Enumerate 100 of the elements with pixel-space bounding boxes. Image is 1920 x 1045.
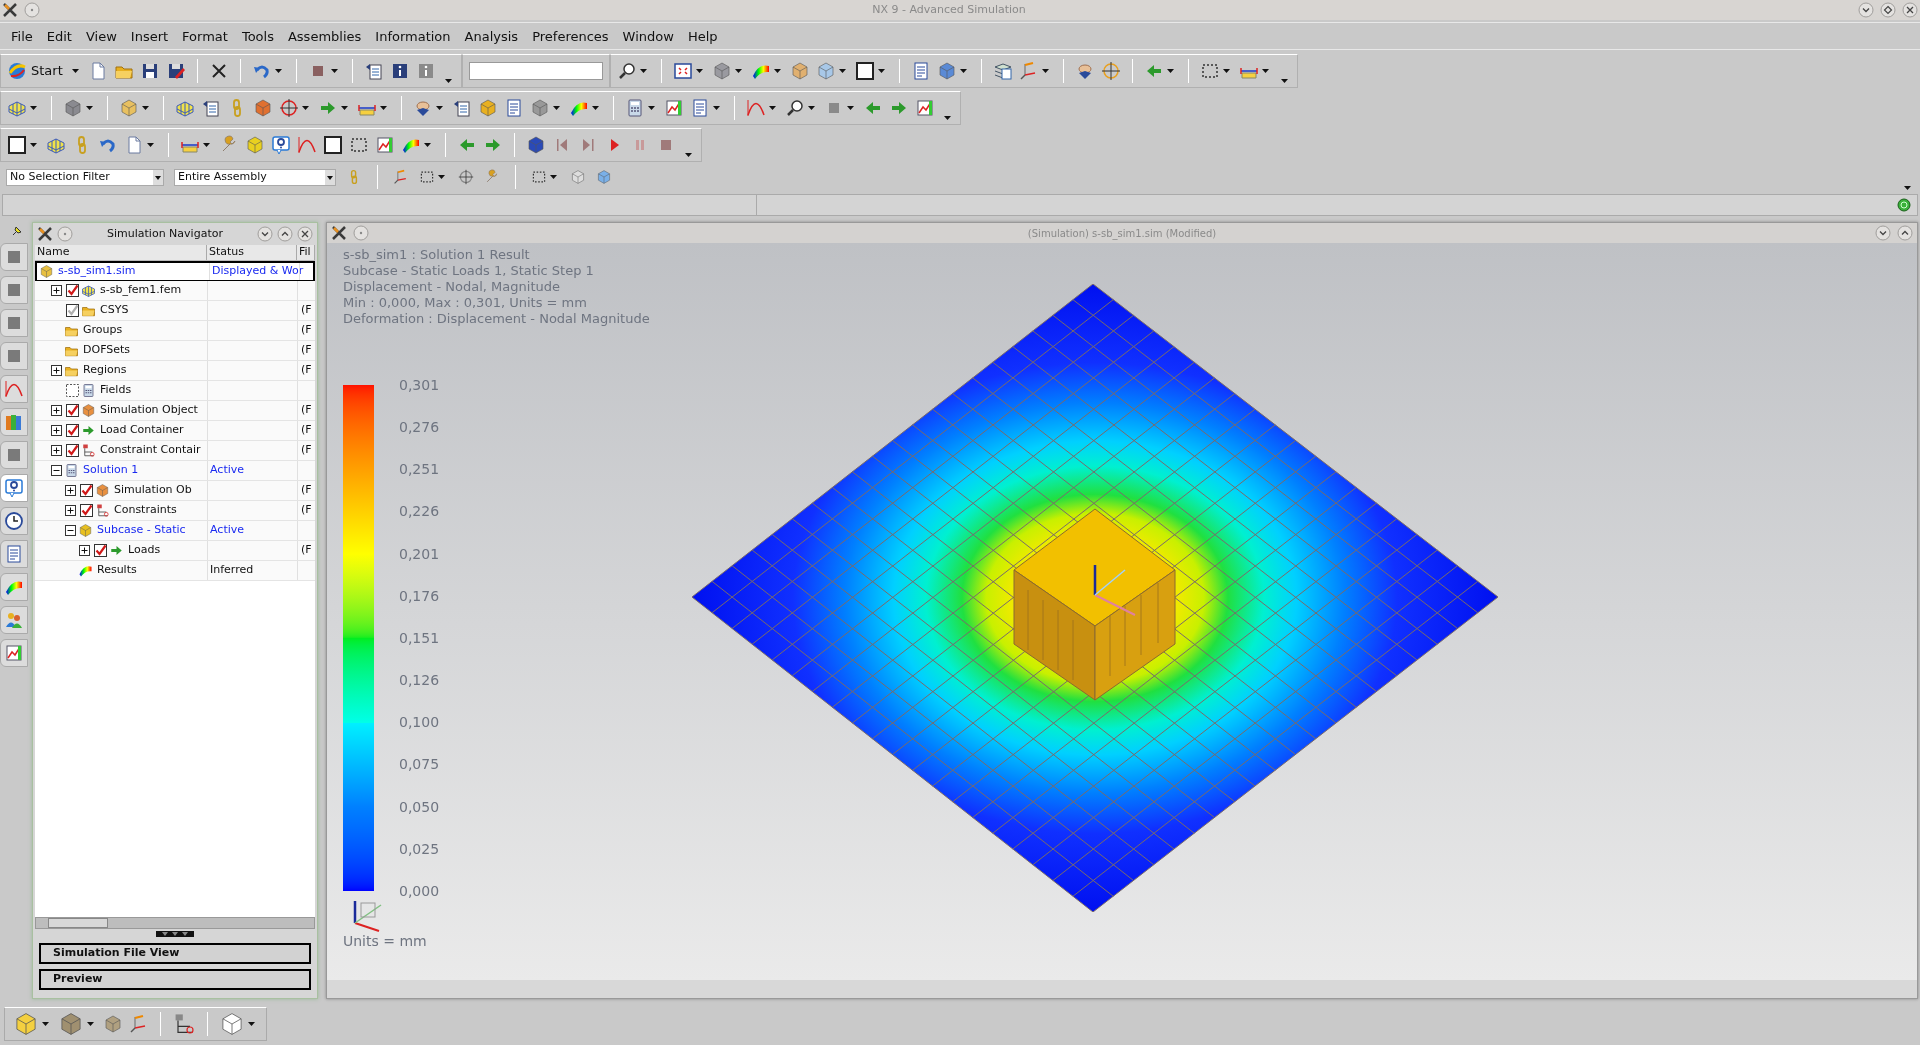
- checkbox[interactable]: [66, 424, 79, 437]
- dropdown-caret-icon[interactable]: [71, 69, 79, 73]
- dropdown-caret-icon[interactable]: [769, 106, 776, 110]
- target-icon[interactable]: [1100, 61, 1121, 81]
- search-icon[interactable]: [785, 98, 805, 118]
- menu-item[interactable]: View: [80, 29, 122, 43]
- dropdown-caret-icon[interactable]: [147, 143, 154, 147]
- dropdown-caret-icon[interactable]: [550, 175, 557, 179]
- tree-row[interactable]: s-sb_sim1.sim Displayed & Wor: [35, 261, 315, 281]
- dropdown-caret-icon[interactable]: [808, 106, 815, 110]
- maximize-button[interactable]: [1880, 2, 1896, 18]
- dropdown-caret-icon[interactable]: [330, 69, 338, 73]
- tree-row[interactable]: Groups (F: [35, 321, 315, 341]
- globe-icon[interactable]: [7, 61, 27, 81]
- target-icon[interactable]: [279, 98, 299, 118]
- close-button[interactable]: [1902, 2, 1918, 18]
- menu-item[interactable]: File: [6, 29, 38, 43]
- dropdown-caret-icon[interactable]: [274, 69, 282, 73]
- selection-box-icon[interactable]: [531, 169, 547, 185]
- dropdown-caret-icon[interactable]: [944, 116, 951, 120]
- tree-row[interactable]: Constraint Contair (F: [35, 441, 315, 461]
- tree-row[interactable]: Load Container (F: [35, 421, 315, 441]
- app-logo-icon[interactable]: [2, 2, 18, 18]
- dropdown-caret-icon[interactable]: [444, 79, 452, 83]
- expand-icon[interactable]: [51, 285, 62, 296]
- tree-row[interactable]: Regions (F: [35, 361, 315, 381]
- expand-icon[interactable]: [51, 365, 62, 376]
- pin-icon[interactable]: [10, 224, 24, 238]
- expand-icon[interactable]: [65, 505, 76, 516]
- tree-row[interactable]: Solution 1 Active: [35, 461, 315, 481]
- menu-item[interactable]: Tools: [236, 29, 279, 43]
- collapse-icon[interactable]: [51, 465, 62, 476]
- selection-box-icon[interactable]: [419, 169, 435, 185]
- column-header[interactable]: Status: [207, 245, 297, 260]
- splitter-handle-icon[interactable]: [156, 931, 194, 937]
- column-header[interactable]: Name: [35, 245, 207, 260]
- plot-icon[interactable]: [915, 98, 935, 118]
- dropdown-caret-icon[interactable]: [847, 106, 854, 110]
- frame-icon[interactable]: [854, 61, 875, 81]
- tree-row[interactable]: Subcase - Static Active: [35, 521, 315, 541]
- tree-row[interactable]: Simulation Ob (F: [35, 481, 315, 501]
- expand-icon[interactable]: [79, 545, 90, 556]
- expand-button[interactable]: [277, 226, 293, 242]
- dropdown-caret-icon[interactable]: [773, 69, 781, 73]
- dropdown-caret-icon[interactable]: [30, 143, 37, 147]
- maximize-button[interactable]: [1897, 225, 1913, 241]
- assembly-scope-dropdown[interactable]: Entire Assembly: [174, 168, 336, 186]
- dropdown-caret-icon[interactable]: [42, 1022, 49, 1026]
- dropdown-caret-icon[interactable]: [734, 69, 742, 73]
- menu-item[interactable]: Assemblies: [282, 29, 367, 43]
- dropdown-caret-icon[interactable]: [424, 143, 431, 147]
- dropdown-caret-icon[interactable]: [553, 106, 560, 110]
- layers-icon[interactable]: [992, 61, 1013, 81]
- plot-icon[interactable]: [664, 98, 684, 118]
- tree-row[interactable]: DOFSets (F: [35, 341, 315, 361]
- dropdown-caret-icon[interactable]: [1261, 69, 1269, 73]
- dropdown-caret-icon[interactable]: [1041, 69, 1049, 73]
- dropdown-caret-icon[interactable]: [203, 143, 210, 147]
- checkbox[interactable]: [66, 384, 79, 397]
- menu-item[interactable]: Window: [617, 29, 679, 43]
- dropdown-caret-icon[interactable]: [30, 106, 37, 110]
- dropdown-caret-icon[interactable]: [87, 1022, 94, 1026]
- dropdown-caret-icon[interactable]: [248, 1022, 255, 1026]
- frame-icon[interactable]: [7, 135, 27, 155]
- dropdown-caret-icon[interactable]: [302, 106, 309, 110]
- checkbox[interactable]: [94, 544, 107, 557]
- calculator-icon[interactable]: [625, 98, 645, 118]
- selection-filter-dropdown[interactable]: No Selection Filter: [6, 168, 164, 186]
- menu-item[interactable]: Information: [370, 29, 456, 43]
- menu-item[interactable]: Analysis: [459, 29, 524, 43]
- dropdown-caret-icon[interactable]: [713, 106, 720, 110]
- minimize-button[interactable]: [1875, 225, 1891, 241]
- tree-row[interactable]: Results Inferred: [35, 561, 315, 581]
- collapse-button[interactable]: [257, 226, 273, 242]
- dropdown-caret-icon[interactable]: [1222, 69, 1230, 73]
- dropdown-caret-icon[interactable]: [592, 106, 599, 110]
- dropdown-caret-icon[interactable]: [877, 69, 885, 73]
- dropdown-caret-icon[interactable]: [695, 69, 703, 73]
- fit-view-icon[interactable]: [672, 61, 693, 81]
- menu-item[interactable]: Preferences: [527, 29, 614, 43]
- collapse-icon[interactable]: [65, 525, 76, 536]
- frame-icon[interactable]: [323, 135, 343, 155]
- checkbox[interactable]: [66, 284, 79, 297]
- dropdown-caret-icon[interactable]: [380, 106, 387, 110]
- app-logo-icon[interactable]: [37, 226, 53, 242]
- cube-icon[interactable]: [219, 1011, 245, 1037]
- checkbox[interactable]: [80, 504, 93, 517]
- navigator-section-button[interactable]: Simulation File View: [39, 943, 311, 964]
- menu-item[interactable]: Format: [177, 29, 233, 43]
- expand-icon[interactable]: [51, 445, 62, 456]
- menu-item[interactable]: Edit: [41, 29, 77, 43]
- tree-row[interactable]: s-sb_fem1.fem: [35, 281, 315, 301]
- tree-row[interactable]: Fields: [35, 381, 315, 401]
- list-icon[interactable]: [452, 98, 472, 118]
- minimize-button[interactable]: [1858, 2, 1874, 18]
- dropdown-caret-icon[interactable]: [142, 106, 149, 110]
- tree-row[interactable]: Simulation Object (F: [35, 401, 315, 421]
- target-icon[interactable]: [458, 169, 474, 185]
- navigator-section-button[interactable]: Preview: [39, 969, 311, 990]
- checkbox[interactable]: [80, 484, 93, 497]
